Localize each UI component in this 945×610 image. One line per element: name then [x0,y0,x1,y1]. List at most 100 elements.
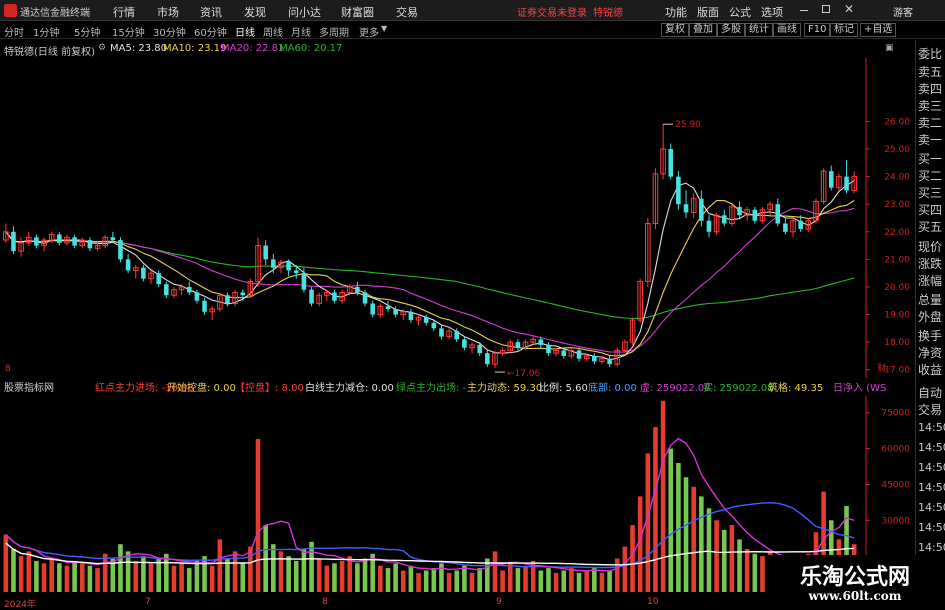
candle [118,240,123,260]
volume-bar [26,551,32,592]
restore-rights-button[interactable]: 复权 [661,23,689,37]
volume-bar [584,570,589,592]
event-marker: 财 [877,362,886,374]
volume-bar [469,572,475,592]
date-label: 10 [647,597,659,607]
ma5-label: MA5: 23.80 [110,43,168,54]
menu-trade[interactable]: 交易 [396,4,418,20]
menu-wealth[interactable]: 财富圈 [341,4,374,20]
close-icon[interactable]: ✕ [844,2,854,16]
panel-label: 涨幅 [918,274,943,288]
notice-stock[interactable]: 特锐德 [593,4,623,19]
panel-label: 外盘 [918,310,943,324]
menu-market[interactable]: 市场 [157,4,179,20]
volume-bar [507,563,513,592]
volume-bar [721,529,727,592]
volume-bar [423,570,429,592]
panel-label: 卖一 [918,133,943,147]
panel-label: 买二 [918,169,943,183]
volume-bar [332,563,337,592]
minimize-icon[interactable] [800,10,808,11]
panel-label: 卖二 [918,116,943,130]
menu-layout[interactable]: 版面 [697,4,719,20]
add-watchlist-button[interactable]: +自选 [860,23,897,37]
multi-stock-button[interactable]: 多股 [717,23,745,37]
tab-1min[interactable]: 1分钟 [33,24,59,39]
menu-ask[interactable]: 问小达 [288,4,321,20]
volume-bar [653,427,658,592]
candle [828,171,834,188]
login-notice[interactable]: 证券交易未登录 [517,4,587,19]
volume-bar [118,544,123,592]
candle [362,292,368,304]
volume-bar [546,568,551,592]
volume-bar [148,563,154,592]
panel-label: 卖五 [918,65,943,79]
volume-bar [217,539,223,592]
price-label: 26.00 [884,117,910,127]
price-chart-svg: 26.00 25.00 24.00 23.00 22.00 21.00 20.00 19.00… [3,58,910,379]
volume-label: 60000 [881,445,910,455]
volume-bar [737,539,742,592]
panel-label: 卖三 [918,99,943,113]
tab-60min[interactable]: 60分钟 [194,24,227,39]
date-label: 2024年 [4,600,36,610]
collapse-icon[interactable]: ▣ [885,43,894,53]
candle [271,259,276,268]
volume-bar [64,565,70,592]
price-label: 24.00 [884,173,910,183]
volume-bar [446,572,452,592]
tab-15min[interactable]: 15分钟 [112,24,145,39]
mark-button[interactable]: 标记 [830,23,858,37]
volume-bar [592,568,597,592]
guest-label[interactable]: 游客 [893,4,913,19]
candle [125,259,131,271]
volume-bar [752,553,758,592]
volume-bar [232,551,238,592]
tab-weekly[interactable]: 周线 [263,24,283,39]
tab-daily[interactable]: 日线 [235,24,255,39]
volume-bar [538,570,544,592]
statistics-button[interactable]: 统计 [745,23,773,37]
volume-bar [316,558,322,592]
volume-bar [79,563,85,592]
candle [576,350,582,359]
ma20-line [5,207,855,353]
volume-bar [477,568,482,592]
panel-time: 14:50 [918,481,945,494]
tab-30min[interactable]: 30分钟 [153,24,186,39]
chevron-down-icon[interactable]: ▼ [381,24,387,33]
candlestick-chart[interactable]: 26.00 25.00 24.00 23.00 22.00 21.00 20.00 19.00… [0,40,945,382]
volume-bar [309,541,314,592]
volume-label: 75000 [881,409,910,419]
menu-function[interactable]: 功能 [665,4,687,20]
menu-news[interactable]: 资讯 [200,4,222,20]
candle [240,292,246,296]
candle [11,231,16,252]
menu-options[interactable]: 选项 [761,4,783,20]
candle [668,149,674,177]
candle [194,292,200,301]
maximize-icon[interactable] [822,5,830,13]
settings-gear-icon[interactable]: ⚙ [98,43,106,53]
candle [699,198,704,221]
draw-line-button[interactable]: 画线 [773,23,801,37]
tab-multi-period[interactable]: 多周期 [319,24,349,39]
volume-bar [339,560,345,592]
tab-more[interactable]: 更多 [359,24,379,39]
indicator-legend: 股票指标网 红点主力进场: -10.08 开始控盘: 0.00 【控盘】: 8.… [0,378,915,394]
menu-quotes[interactable]: 行情 [113,4,135,20]
volume-bar [576,572,582,592]
menu-formula[interactable]: 公式 [729,4,751,20]
panel-label: 涨跌 [918,257,943,271]
tab-5min[interactable]: 5分钟 [74,24,100,39]
candle [737,206,742,216]
volume-bar [416,572,421,592]
overlay-button[interactable]: 叠加 [689,23,717,37]
f10-button[interactable]: F10 [804,23,831,37]
candle [844,176,849,191]
tab-monthly[interactable]: 月线 [291,24,311,39]
panel-time: 14:50 [918,441,945,454]
tab-timeshare[interactable]: 分时 [4,24,24,39]
menu-discover[interactable]: 发现 [244,4,266,20]
